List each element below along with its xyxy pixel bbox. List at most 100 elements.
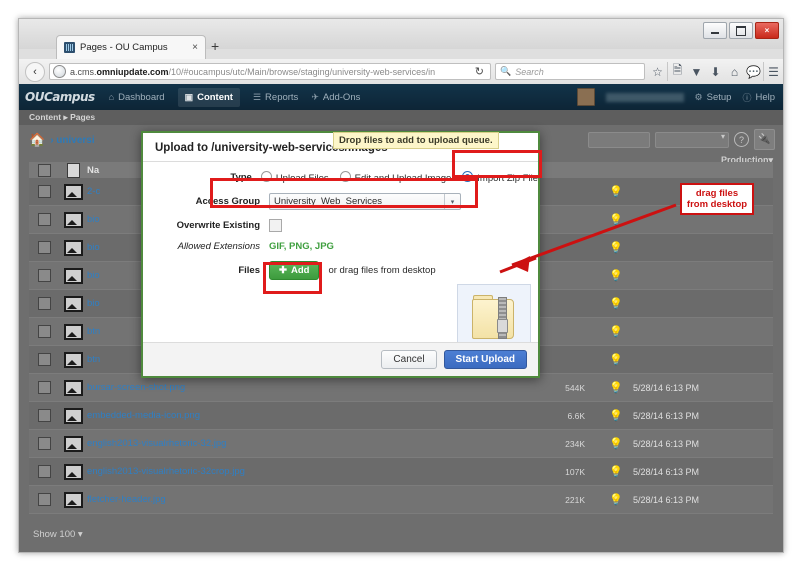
oucampus-user-area: ⚙Setup ⓘHelp: [577, 84, 775, 110]
pocket-icon[interactable]: ▼: [687, 62, 706, 81]
row-checkbox[interactable]: [29, 269, 59, 282]
reader-icon[interactable]: 🗎: [667, 62, 687, 81]
search-placeholder: Search: [515, 67, 544, 77]
row-checkbox[interactable]: [29, 325, 59, 338]
start-upload-button[interactable]: Start Upload: [444, 350, 527, 369]
row-checkbox[interactable]: [29, 353, 59, 366]
access-group-select[interactable]: University_Web_Services ▾: [269, 193, 461, 210]
access-group-row: Access Group University_Web_Services ▾: [143, 193, 538, 210]
table-row[interactable]: embedded-media-icon.png6.6K💡5/28/14 6:13…: [29, 402, 773, 430]
back-button[interactable]: ‹: [25, 62, 45, 82]
lightbulb-icon[interactable]: 💡: [599, 409, 633, 422]
table-row[interactable]: fletcher-header.jpg221K💡5/28/14 6:13 PM: [29, 486, 773, 514]
nav-item-content[interactable]: ▣Content: [178, 88, 240, 107]
download-icon[interactable]: ⬇: [706, 62, 725, 81]
menu-icon[interactable]: ☰: [763, 62, 783, 81]
home-icon[interactable]: ⌂: [725, 62, 744, 81]
radio-label-edit-upload: Edit and Upload Image: [355, 173, 452, 184]
row-checkbox[interactable]: [29, 437, 59, 450]
extensions-row: Allowed Extensions GIF, PNG, JPG: [143, 241, 538, 252]
reload-icon[interactable]: ↻: [472, 65, 487, 78]
row-checkbox[interactable]: [29, 381, 59, 394]
row-checkbox[interactable]: [29, 297, 59, 310]
table-row[interactable]: english2013-visualrhetoric-32crop.jpg107…: [29, 458, 773, 486]
nav-item-setup[interactable]: ⚙Setup: [695, 92, 732, 103]
nav-item-dashboard[interactable]: ⌂ Dashboard: [109, 92, 165, 103]
callout-line-1: drag files: [684, 188, 750, 199]
browser-navbar: ‹ a.cms.omniupdate.com/10/#oucampus/utc/…: [19, 59, 783, 85]
type-column-icon: [59, 163, 87, 178]
table-row[interactable]: english2013-visualrhetoric-32.jpg234K💡5/…: [29, 430, 773, 458]
search-input[interactable]: 🔍 Search: [495, 63, 645, 80]
lightbulb-icon[interactable]: 💡: [599, 465, 633, 478]
reports-icon: ☰: [253, 92, 261, 103]
row-checkbox[interactable]: [29, 241, 59, 254]
image-file-icon: [59, 240, 87, 256]
filter-input[interactable]: [588, 132, 650, 148]
lightbulb-icon[interactable]: 💡: [599, 493, 633, 506]
row-checkbox[interactable]: [29, 185, 59, 198]
url-bar[interactable]: a.cms.omniupdate.com/10/#oucampus/utc/Ma…: [49, 63, 491, 80]
tab-close-icon[interactable]: ×: [189, 42, 201, 53]
image-file-icon: [59, 352, 87, 368]
lightbulb-icon[interactable]: 💡: [599, 213, 633, 226]
favicon-icon: [64, 42, 75, 53]
add-button[interactable]: ✚Add: [269, 261, 319, 280]
nav-item-reports[interactable]: ☰Reports: [253, 92, 298, 103]
row-checkbox[interactable]: [29, 465, 59, 478]
lightbulb-icon[interactable]: 💡: [599, 269, 633, 282]
nav-item-help[interactable]: ⓘHelp: [742, 91, 775, 104]
avatar[interactable]: [577, 88, 595, 106]
new-tab-button[interactable]: +: [211, 38, 219, 54]
chat-icon[interactable]: 💬: [744, 62, 763, 81]
lightbulb-icon[interactable]: 💡: [599, 353, 633, 366]
row-checkbox[interactable]: [29, 409, 59, 422]
access-group-value: University_Web_Services: [274, 196, 382, 207]
file-name[interactable]: english2013-visualrhetoric-32crop.jpg: [87, 466, 525, 477]
lightbulb-icon[interactable]: 💡: [599, 297, 633, 310]
view-select[interactable]: [655, 132, 729, 148]
browser-tab[interactable]: Pages - OU Campus ×: [56, 35, 206, 59]
files-label: Files: [143, 265, 269, 276]
tab-strip: Pages - OU Campus × +: [19, 35, 783, 59]
file-name[interactable]: english2013-visualrhetoric-32.jpg: [87, 438, 525, 449]
gadgets-icon[interactable]: 🔌: [754, 129, 775, 150]
home-folder-icon[interactable]: 🏠: [29, 132, 45, 148]
overwrite-label: Overwrite Existing: [143, 220, 269, 231]
lightbulb-icon[interactable]: 💡: [599, 325, 633, 338]
username-redacted: [606, 93, 684, 102]
extensions-label: Allowed Extensions: [143, 241, 269, 252]
lightbulb-icon[interactable]: 💡: [599, 437, 633, 450]
star-icon[interactable]: ☆: [648, 62, 667, 81]
file-name[interactable]: embedded-media-icon.png: [87, 410, 525, 421]
addons-icon: ✈: [311, 92, 319, 103]
row-checkbox[interactable]: [29, 493, 59, 506]
file-name[interactable]: bursar-screen-shot.png: [87, 382, 525, 393]
lightbulb-icon[interactable]: 💡: [599, 241, 633, 254]
cancel-button[interactable]: Cancel: [381, 350, 436, 369]
path-breadcrumb[interactable]: › universi: [50, 135, 94, 146]
overwrite-checkbox[interactable]: [269, 219, 282, 232]
row-checkbox[interactable]: [29, 213, 59, 226]
plus-icon: ✚: [279, 265, 287, 276]
image-file-icon: [59, 436, 87, 452]
file-name[interactable]: fletcher-header.jpg: [87, 494, 525, 505]
show-count-control[interactable]: Show 100 ▾: [33, 529, 83, 540]
drag-hint-text: or drag files from desktop: [328, 265, 435, 276]
dashboard-icon: ⌂: [109, 92, 114, 102]
table-row[interactable]: bursar-screen-shot.png544K💡5/28/14 6:13 …: [29, 374, 773, 402]
oucampus-app: OUCampus ⌂Dashboard ▣Content ☰Reports ✈A…: [19, 84, 783, 552]
select-all-checkbox[interactable]: [29, 164, 59, 177]
breadcrumb-text: Content ▸ Pages: [29, 112, 95, 123]
nav-item-addons[interactable]: ✈Add-Ons: [311, 92, 360, 103]
lightbulb-icon[interactable]: 💡: [599, 185, 633, 198]
radio-import-zip-file[interactable]: Import Zip File: [462, 171, 538, 184]
oucampus-logo: OUCampus: [25, 90, 95, 104]
nav-label-dashboard: Dashboard: [118, 92, 164, 103]
url-path: /10/#oucampus/utc/Main/browse/staging/un…: [169, 67, 436, 77]
lightbulb-icon[interactable]: 💡: [599, 381, 633, 394]
radio-upload-files[interactable]: Upload Files: [261, 171, 329, 184]
help-circle-icon[interactable]: ?: [734, 132, 749, 147]
screenshot-canvas: × Pages - OU Campus × + ‹ a.cms.omniupda…: [0, 0, 800, 569]
radio-edit-and-upload-image[interactable]: Edit and Upload Image: [340, 171, 452, 184]
